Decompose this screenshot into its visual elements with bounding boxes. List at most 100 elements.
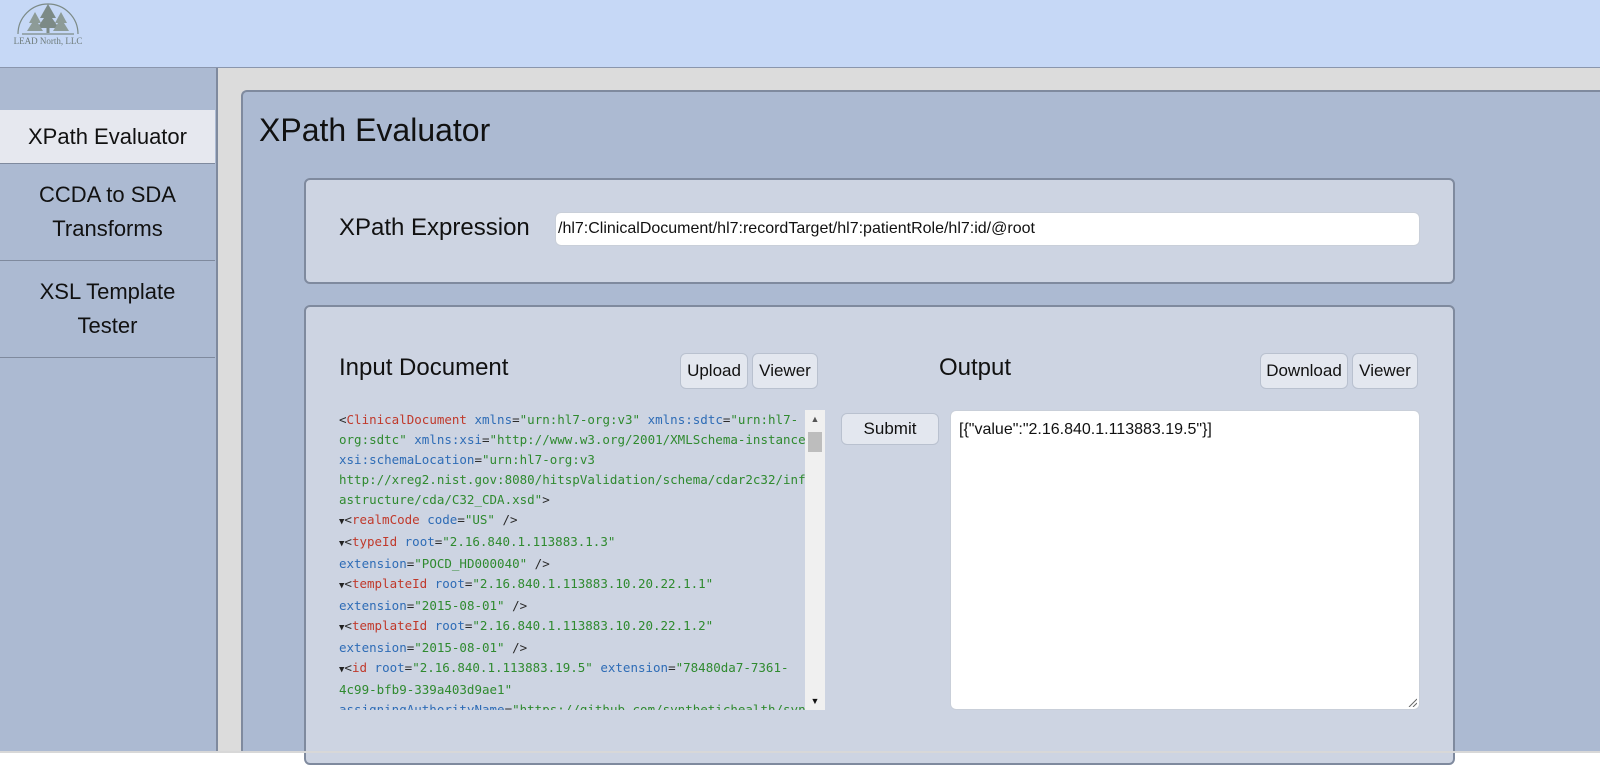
- code-token: code: [427, 512, 458, 527]
- code-token: xmlns:xsi: [414, 432, 482, 447]
- code-token: root: [434, 576, 465, 591]
- code-token: <: [344, 534, 352, 549]
- code-token: <: [339, 412, 347, 427]
- code-token: "2.16.840.1.113883.19.5": [412, 660, 593, 675]
- code-token: =: [668, 660, 676, 675]
- code-token: />: [504, 598, 528, 613]
- code-token: =: [482, 432, 490, 447]
- code-token: xmlns: [474, 412, 513, 427]
- code-token: />: [494, 512, 518, 527]
- code-line: ▼<realmCode code="US" />: [339, 510, 805, 532]
- output-heading: Output: [939, 354, 1012, 381]
- code-token: typeId: [351, 534, 398, 549]
- code-line: ▼<templateId root="2.16.840.1.113883.10.…: [339, 574, 805, 596]
- code-token: <: [344, 576, 352, 591]
- code-line: extension="2015-08-01" />: [339, 638, 805, 658]
- code-token: assigningAuthorityName: [339, 702, 505, 710]
- code-token: astructure/cda/C32_CDA.xsd": [339, 492, 543, 507]
- output-textarea[interactable]: [{"value":"2.16.840.1.113883.19.5"}]: [950, 410, 1420, 710]
- pine-trees-icon: [17, 3, 79, 35]
- scrollbar-thumb[interactable]: [808, 432, 822, 452]
- code-line: org:sdtc" xmlns:xsi="http://www.w3.org/2…: [339, 430, 805, 450]
- code-token: root: [404, 534, 435, 549]
- code-token: =: [512, 412, 520, 427]
- code-line: 4c99-bfb9-339a403d9ae1": [339, 680, 805, 700]
- submit-button[interactable]: Submit: [841, 413, 939, 445]
- code-token: org:sdtc": [339, 432, 407, 447]
- sidebar-item-label: XPath Evaluator: [28, 123, 187, 149]
- logo-text: LEAD North, LLC: [13, 36, 83, 46]
- code-token: templateId: [351, 576, 428, 591]
- code-token: "78480da7-7361-: [675, 660, 789, 675]
- code-line: extension="2015-08-01" />: [339, 596, 805, 616]
- resize-grip-icon[interactable]: [1407, 697, 1417, 707]
- code-token: "POCD_HD000040": [414, 556, 528, 571]
- code-token: realmCode: [351, 512, 420, 527]
- code-token: extension: [600, 660, 669, 675]
- code-line: extension="POCD_HD000040" />: [339, 554, 805, 574]
- scroll-up-arrow-icon[interactable]: ▲: [805, 410, 825, 428]
- code-line: astructure/cda/C32_CDA.xsd">: [339, 490, 805, 510]
- code-token: extension: [339, 640, 407, 655]
- code-token: />: [527, 556, 550, 571]
- xpath-expression-label: XPath Expression: [339, 214, 530, 241]
- upload-button[interactable]: Upload: [680, 353, 748, 389]
- code-token: xsi:schemaLocation: [339, 452, 475, 467]
- sidebar-item-xsl-template-tester[interactable]: XSL Template Tester: [0, 261, 215, 358]
- code-token: <: [344, 660, 352, 675]
- code-line: xsi:schemaLocation="urn:hl7-org:v3: [339, 450, 805, 470]
- code-token: =: [457, 512, 465, 527]
- code-token: "2.16.840.1.113883.1.3": [442, 534, 616, 549]
- code-token: =: [474, 452, 482, 467]
- code-line: assigningAuthorityName="https://github.c…: [339, 700, 805, 710]
- code-token: =: [504, 702, 513, 710]
- sidebar-item-xpath-evaluator[interactable]: XPath Evaluator: [0, 110, 215, 164]
- scroll-down-arrow-icon[interactable]: ▼: [805, 692, 825, 710]
- page-title: XPath Evaluator: [259, 112, 491, 148]
- output-value: [{"value":"2.16.840.1.113883.19.5"}]: [959, 421, 1212, 438]
- code-token: extension: [339, 556, 407, 571]
- code-token: >: [542, 492, 550, 507]
- code-line: ▼<templateId root="2.16.840.1.113883.10.…: [339, 616, 805, 638]
- code-token: <: [344, 618, 352, 633]
- input-document-editor[interactable]: <ClinicalDocument xmlns="urn:hl7-org:v3"…: [339, 410, 805, 710]
- code-token: "2.16.840.1.113883.10.20.22.1.2": [472, 618, 714, 633]
- sidebar-item-label: Transforms: [52, 216, 163, 241]
- code-token: xmlns:sdtc: [647, 412, 723, 427]
- code-token: "urn:hl7-org:v3": [519, 412, 641, 427]
- sidebar-item-label: Tester: [77, 313, 138, 338]
- download-button[interactable]: Download: [1260, 353, 1348, 389]
- code-token: ClinicalDocument: [346, 412, 467, 427]
- company-logo[interactable]: LEAD North, LLC: [10, 2, 86, 50]
- code-token: extension: [339, 598, 407, 613]
- code-line: ▼<typeId root="2.16.840.1.113883.1.3": [339, 532, 805, 554]
- code-line: ▼<id root="2.16.840.1.113883.19.5" exten…: [339, 658, 805, 680]
- code-token: />: [504, 640, 528, 655]
- code-token: 4c99-bfb9-339a403d9ae1": [339, 682, 513, 697]
- code-token: "2015-08-01": [414, 640, 505, 655]
- app-header: LEAD North, LLC: [0, 0, 1600, 68]
- input-document-scrollbar[interactable]: ▲ ▼: [805, 410, 825, 710]
- code-token: <: [344, 512, 352, 527]
- input-document-heading: Input Document: [339, 354, 509, 381]
- code-token: templateId: [351, 618, 428, 633]
- xpath-expression-input[interactable]: [555, 212, 1420, 246]
- code-token: "urn:hl7-: [730, 412, 799, 427]
- code-token: id: [351, 660, 368, 675]
- sidebar-item-label: XSL Template: [39, 279, 176, 304]
- code-token: "US": [464, 512, 495, 527]
- code-token: http://xreg2.nist.gov:8080/hitspValidati…: [339, 472, 805, 487]
- code-token: "https://github.com/synthetichealth/synt: [512, 702, 805, 710]
- sidebar-item-label: CCDA to SDA: [39, 182, 176, 207]
- code-token: "http://www.w3.org/2001/XMLSchema-instan…: [489, 432, 805, 447]
- code-token: root: [434, 618, 465, 633]
- code-token: "2015-08-01": [414, 598, 505, 613]
- input-viewer-button[interactable]: Viewer: [752, 353, 818, 389]
- sidebar-item-ccda-to-sda[interactable]: CCDA to SDA Transforms: [0, 164, 215, 261]
- output-viewer-button[interactable]: Viewer: [1352, 353, 1418, 389]
